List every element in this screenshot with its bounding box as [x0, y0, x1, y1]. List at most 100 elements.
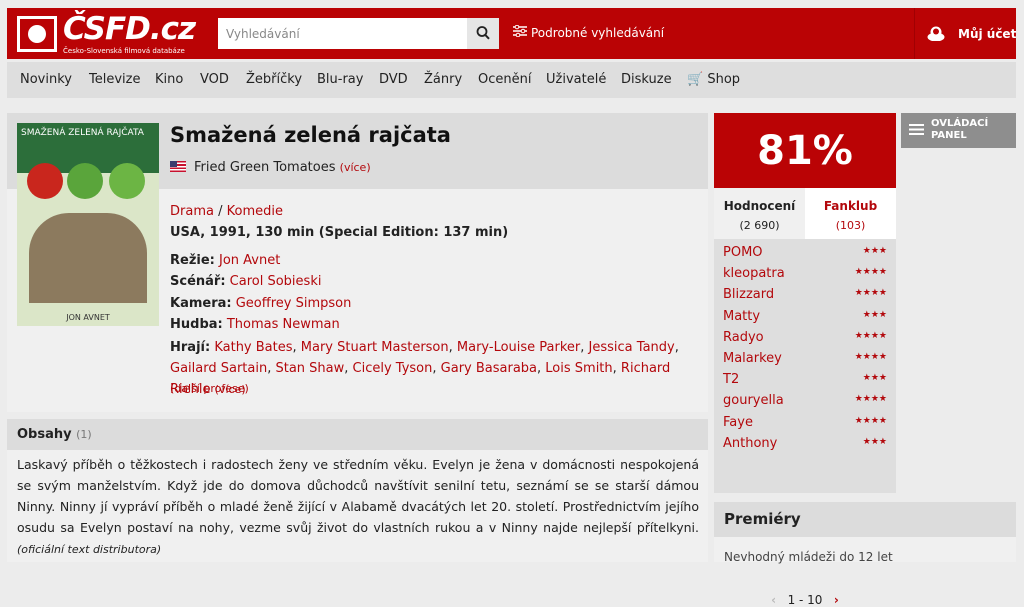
site-logo[interactable]: ČSFD.cz Česko-Slovenská filmová databáze	[17, 11, 196, 56]
sliders-icon	[513, 24, 527, 40]
user-rating-row: Matty ★★★	[723, 307, 887, 328]
tomato-graphic	[109, 163, 145, 199]
nav-item-dvd[interactable]: DVD	[379, 72, 408, 87]
genres: Drama / Komedie	[170, 204, 283, 219]
tab-fanclub-label: Fanklub	[823, 199, 878, 213]
prev-page-icon[interactable]: ‹	[771, 593, 776, 607]
nav-item-kino[interactable]: Kino	[155, 72, 183, 87]
star-rating-icon: ★★★★	[854, 415, 887, 426]
crew-name-link[interactable]: Geoffrey Simpson	[236, 296, 352, 311]
film-title: Smažená zelená rajčata	[170, 123, 451, 147]
plot-title-text: Obsahy	[17, 427, 72, 442]
cast-link[interactable]: Mary Stuart Masterson	[301, 340, 449, 355]
genre-link[interactable]: Komedie	[227, 204, 283, 219]
crew-name-link[interactable]: Jon Avnet	[219, 253, 280, 268]
more-professions-link[interactable]: (další profese)	[170, 382, 249, 395]
logo-tagline: Česko-Slovenská filmová databáze	[63, 47, 185, 55]
star-rating-icon: ★★★	[862, 373, 887, 384]
account-button[interactable]: Můj účet	[914, 8, 1017, 59]
star-rating-icon: ★★★	[862, 246, 887, 256]
nav-item-oceneni[interactable]: Ocenění	[478, 72, 531, 87]
genre-separator: /	[213, 204, 227, 219]
nav-item-bluray[interactable]: Blu-ray	[317, 72, 363, 87]
user-name-link[interactable]: gouryella	[723, 393, 784, 408]
crew-writer: Scénář: Carol Sobieski	[170, 274, 321, 289]
cast-link[interactable]: Gary Basaraba	[441, 361, 537, 376]
user-rating-row: Radyo ★★★★	[723, 328, 887, 349]
star-rating-icon: ★★★★	[854, 267, 887, 278]
user-name-link[interactable]: Anthony	[723, 436, 777, 451]
menu-icon	[909, 124, 924, 135]
crew-role: Hudba:	[170, 317, 223, 332]
cast-link[interactable]: Cicely Tyson	[353, 361, 433, 376]
user-rating-row: POMO ★★★	[723, 243, 887, 264]
cast-link[interactable]: Lois Smith	[545, 361, 612, 376]
premieres-section: Premiéry Nevhodný mládeži do 12 let	[714, 502, 1016, 564]
nav-item-zanry[interactable]: Žánry	[424, 72, 462, 87]
crew-name-link[interactable]: Carol Sobieski	[230, 274, 322, 289]
logo-text: ČSFD.cz	[63, 11, 196, 47]
plot-count: (1)	[76, 428, 92, 441]
cast-link[interactable]: Mary-Louise Parker	[457, 340, 580, 355]
film-poster[interactable]: SMAŽENÁ ZELENÁ RAJČATA JON AVNET	[17, 123, 159, 326]
crew-role: Režie:	[170, 253, 215, 268]
tab-ratings[interactable]: Hodnocení (2 690)	[714, 188, 805, 239]
user-name-link[interactable]: Radyo	[723, 330, 764, 345]
shop-label: Shop	[707, 72, 741, 87]
user-name-link[interactable]: Blizzard	[723, 287, 774, 302]
tab-fanclub[interactable]: Fanklub (103)	[805, 188, 896, 239]
site-header: ČSFD.cz Česko-Slovenská filmová databáze…	[7, 8, 1016, 59]
nav-item-vod[interactable]: VOD	[200, 72, 229, 87]
rating-box: 81% Hodnocení (2 690) Fanklub (103) ‹ 1 …	[714, 113, 896, 607]
star-rating-icon: ★★★★	[854, 330, 887, 341]
film-origin: USA, 1991, 130 min (Special Edition: 137…	[170, 225, 509, 240]
crew-name-link[interactable]: Thomas Newman	[227, 317, 340, 332]
cart-icon: 🛒	[687, 72, 704, 87]
user-name-link[interactable]: POMO	[723, 245, 763, 260]
user-name-link[interactable]: Faye	[723, 415, 753, 430]
user-rating-row: kleopatra ★★★★	[723, 264, 887, 285]
more-titles-link[interactable]: (více)	[340, 161, 371, 174]
genre-link[interactable]: Drama	[170, 204, 214, 219]
nav-item-diskuze[interactable]: Diskuze	[621, 72, 672, 87]
cast-link[interactable]: Stan Shaw	[275, 361, 344, 376]
star-rating-icon: ★★★	[862, 436, 887, 447]
user-rating-row: gouryella ★★★★	[723, 391, 887, 412]
cast-link[interactable]: Jessica Tandy	[589, 340, 675, 355]
user-name-link[interactable]: Malarkey	[723, 351, 782, 366]
search-icon	[476, 26, 490, 40]
user-rating-row: T2 ★★★	[723, 370, 887, 391]
plot-source: (oficiální text distributora)	[17, 543, 162, 556]
rating-percent: 81%	[714, 113, 896, 188]
crew-camera: Kamera: Geoffrey Simpson	[170, 296, 351, 311]
rating-tabs: Hodnocení (2 690) Fanklub (103)	[714, 188, 896, 239]
original-title-text: Fried Green Tomatoes	[194, 160, 336, 175]
advanced-search-link[interactable]: Podrobné vyhledávání	[513, 24, 664, 40]
plot-text: Laskavý příběh o těžkostech i radostech …	[17, 454, 699, 560]
nav-item-televize[interactable]: Televize	[89, 72, 140, 87]
user-name-link[interactable]: T2	[723, 372, 739, 387]
tab-ratings-label: Hodnocení	[723, 199, 796, 213]
plot-title: Obsahy (1)	[17, 427, 92, 442]
cast-link[interactable]: Kathy Bates	[214, 340, 292, 355]
poster-cast-photo	[29, 213, 147, 303]
user-name-link[interactable]: kleopatra	[723, 266, 785, 281]
star-rating-icon: ★★★	[862, 309, 887, 320]
nav-item-zebricky[interactable]: Žebříčky	[246, 72, 302, 87]
cast-link[interactable]: Gailard Sartain	[170, 361, 267, 376]
nav-item-novinky[interactable]: Novinky	[20, 72, 72, 87]
user-rating-row: Blizzard ★★★★	[723, 285, 887, 306]
control-panel-button[interactable]: OVLÁDACÍ PANEL	[901, 113, 1016, 148]
crew-music: Hudba: Thomas Newman	[170, 317, 340, 332]
us-flag-icon	[170, 161, 186, 172]
next-page-icon[interactable]: ›	[834, 593, 839, 607]
user-name-link[interactable]: Matty	[723, 309, 760, 324]
crew-role: Scénář:	[170, 274, 226, 289]
search-input[interactable]	[218, 18, 467, 49]
nav-item-uzivatele[interactable]: Uživatelé	[546, 72, 606, 87]
nav-item-shop[interactable]: 🛒 Shop	[687, 72, 740, 87]
user-rating-row: Anthony ★★★	[723, 434, 887, 455]
original-title: Fried Green Tomatoes (více)	[170, 160, 371, 175]
cast-label: Hrají:	[170, 340, 211, 355]
search-button[interactable]	[467, 18, 499, 49]
